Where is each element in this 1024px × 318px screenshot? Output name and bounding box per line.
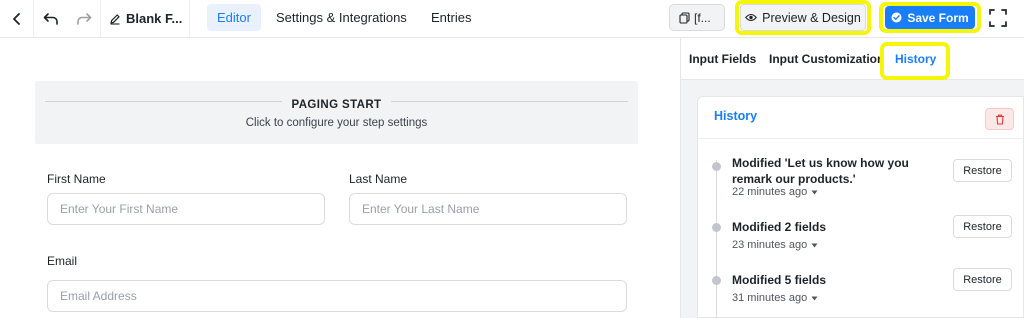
tab-settings-integrations[interactable]: Settings & Integrations [266, 4, 417, 31]
copy-icon [679, 11, 690, 24]
history-item-time-text: 22 minutes ago [732, 186, 808, 198]
last-name-input[interactable] [349, 193, 627, 225]
redo-icon [76, 12, 92, 26]
tab-input-fields[interactable]: Input Fields [689, 52, 756, 66]
fullscreen-button[interactable] [983, 4, 1013, 31]
history-item-time-text: 31 minutes ago [732, 292, 808, 304]
tab-input-customization[interactable]: Input Customization [769, 52, 884, 66]
shortcode-button[interactable]: [f... [669, 4, 725, 31]
preview-design-label: Preview & Design [762, 10, 861, 25]
chevron-left-icon [12, 12, 22, 26]
history-item-message: Modified 5 fields [732, 273, 827, 287]
first-name-input[interactable] [47, 193, 325, 225]
history-item-time[interactable]: 23 minutes ago [732, 239, 818, 251]
tab-entries[interactable]: Entries [421, 4, 481, 31]
caret-down-icon [811, 243, 818, 248]
restore-button[interactable]: Restore [953, 268, 1012, 291]
form-editor-canvas: PAGING START Click to configure your ste… [0, 38, 680, 318]
history-item-time[interactable]: 31 minutes ago [732, 292, 818, 304]
last-name-label: Last Name [349, 172, 408, 186]
preview-design-button[interactable]: Preview & Design [740, 4, 866, 31]
undo-button[interactable] [34, 0, 67, 37]
paging-title: PAGING START [281, 99, 392, 111]
clear-history-button[interactable] [985, 108, 1014, 130]
restore-button[interactable]: Restore [953, 159, 1012, 182]
save-form-label: Save Form [907, 10, 969, 25]
back-button[interactable] [0, 0, 34, 37]
panel-tabs: Input Fields Input Customization History [681, 38, 1024, 80]
first-name-label: First Name [47, 172, 106, 186]
history-item-message: Modified 2 fields [732, 220, 827, 234]
history-item-time-text: 23 minutes ago [732, 239, 808, 251]
undo-icon [43, 12, 59, 26]
paging-start-block[interactable]: PAGING START Click to configure your ste… [35, 81, 638, 144]
caret-down-icon [811, 190, 818, 195]
caret-down-icon [811, 296, 818, 301]
history-item-time[interactable]: 22 minutes ago [732, 186, 818, 198]
history-timeline [716, 160, 717, 318]
history-card-header: History [698, 97, 1023, 139]
history-title: History [714, 109, 758, 123]
fullscreen-icon [989, 8, 1007, 27]
form-title[interactable]: Blank F... [101, 0, 190, 37]
restore-button[interactable]: Restore [953, 215, 1012, 238]
timeline-dot [712, 223, 721, 232]
shortcode-label: [f... [694, 10, 711, 25]
check-circle-icon [891, 12, 902, 23]
email-input[interactable] [47, 280, 627, 312]
timeline-dot [712, 162, 721, 171]
redo-button[interactable] [67, 0, 101, 37]
timeline-dot [712, 276, 721, 285]
paging-subtitle: Click to configure your step settings [245, 117, 428, 129]
history-item-message: Modified 'Let us know how you remark our… [732, 156, 909, 186]
email-label: Email [47, 254, 78, 268]
trash-icon [995, 114, 1005, 125]
form-title-text: Blank F... [126, 11, 183, 26]
tab-editor[interactable]: Editor [207, 4, 261, 31]
eye-icon [745, 13, 758, 22]
pencil-icon [109, 13, 121, 25]
history-tab-highlight [880, 42, 950, 80]
top-bar: Blank F... Editor Settings & Integration… [0, 0, 1024, 38]
save-form-button[interactable]: Save Form [885, 6, 975, 29]
